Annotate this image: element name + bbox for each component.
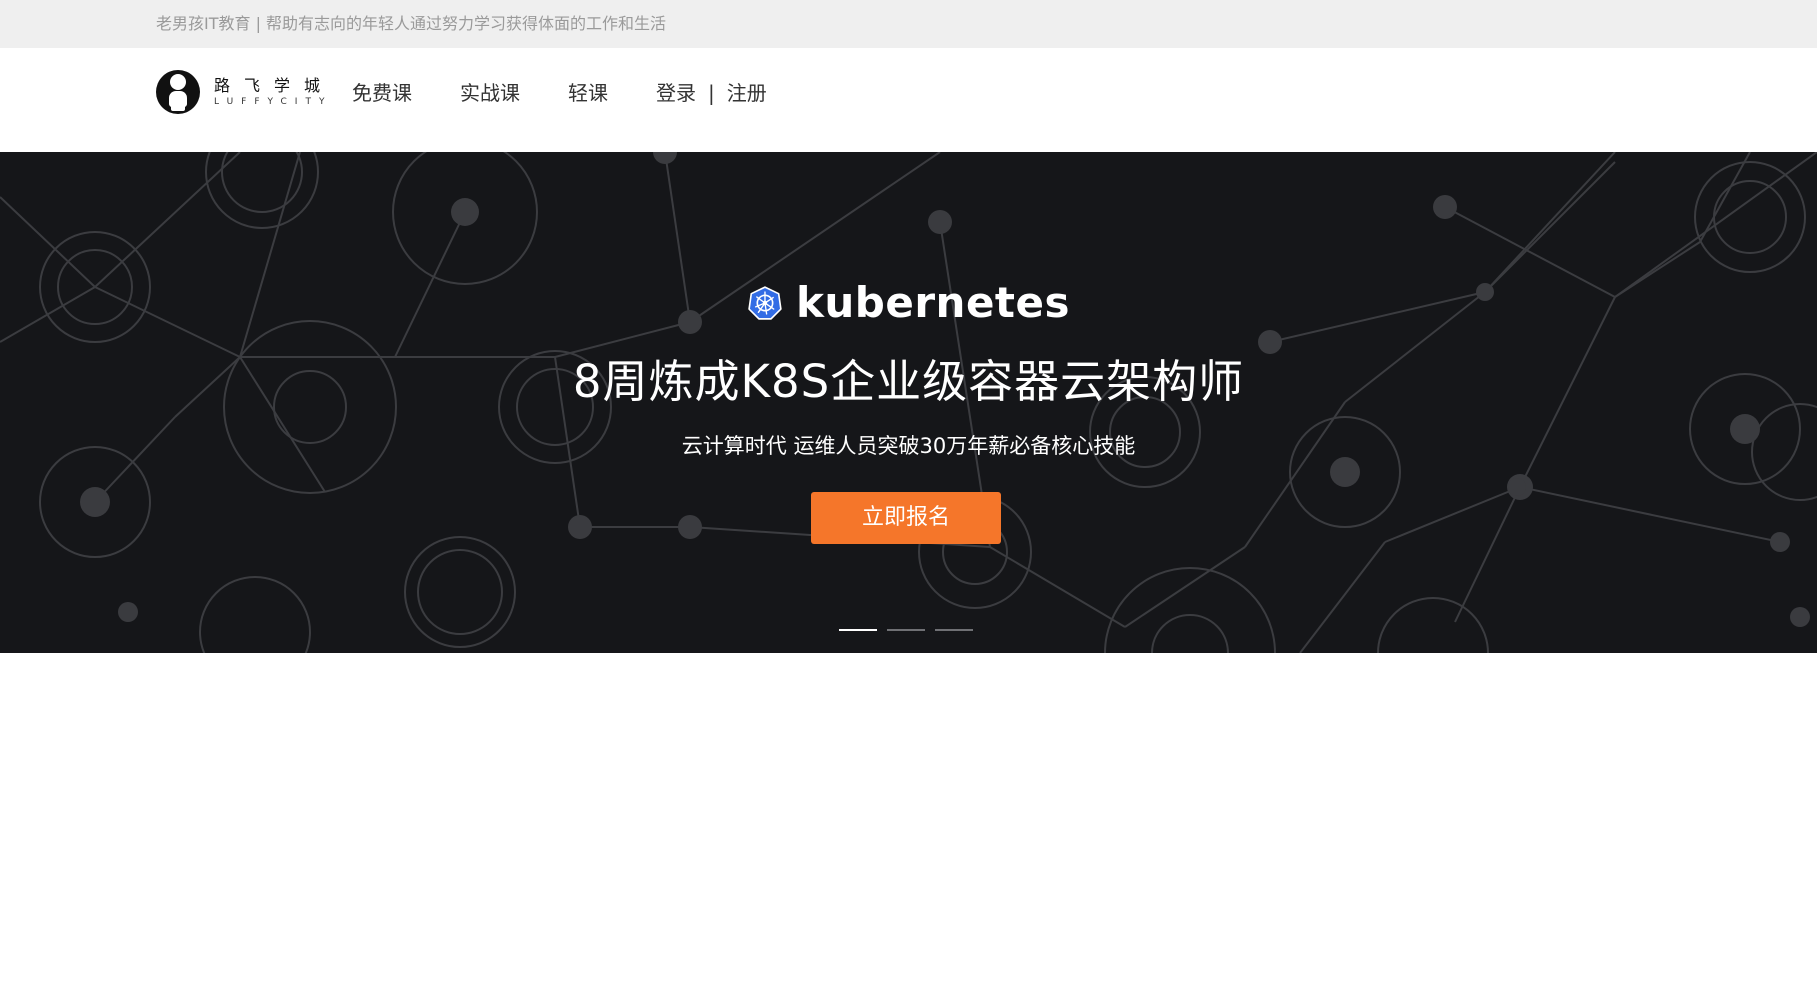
luffy-logo-icon <box>156 70 200 114</box>
kubernetes-icon <box>748 286 782 320</box>
site-header: 路飞学城 LUFFYCITY 免费课 实战课 轻课 登录 | 注册 <box>0 48 1817 152</box>
nav-item-practical-course[interactable]: 实战课 <box>460 79 520 107</box>
logo[interactable]: 路飞学城 LUFFYCITY <box>156 66 324 118</box>
carousel-indicators <box>839 627 973 633</box>
kubernetes-brand: kubernetes <box>748 272 1070 334</box>
carousel-indicator-3[interactable] <box>935 629 973 631</box>
hero-banner[interactable]: kubernetes 8周炼成K8S企业级容器云架构师 云计算时代 运维人员突破… <box>0 152 1817 653</box>
enroll-button[interactable]: 立即报名 <box>811 492 1001 544</box>
register-link[interactable]: 注册 <box>727 79 767 107</box>
kubernetes-wordmark: kubernetes <box>795 278 1070 327</box>
top-bar-text: 老男孩IT教育 | 帮助有志向的年轻人通过努力学习获得体面的工作和生活 <box>156 14 667 33</box>
logo-en: LUFFYCITY <box>214 97 333 107</box>
carousel-indicator-1[interactable] <box>839 629 877 631</box>
login-link[interactable]: 登录 <box>656 79 696 107</box>
carousel-indicator-2[interactable] <box>887 629 925 631</box>
banner-title: 8周炼成K8S企业级容器云架构师 <box>572 355 1245 408</box>
logo-cn: 路飞学城 <box>214 76 335 95</box>
top-bar: 老男孩IT教育 | 帮助有志向的年轻人通过努力学习获得体面的工作和生活 <box>0 0 1817 48</box>
auth-separator: | <box>708 81 715 105</box>
auth-links: 登录 | 注册 <box>656 79 767 107</box>
main-nav: 免费课 实战课 轻课 登录 | 注册 <box>352 76 767 110</box>
logo-text: 路飞学城 LUFFYCITY <box>214 76 335 108</box>
nav-item-free-course[interactable]: 免费课 <box>352 79 412 107</box>
banner-subtitle: 云计算时代 运维人员突破30万年薪必备核心技能 <box>681 434 1136 458</box>
nav-item-light-course[interactable]: 轻课 <box>568 79 608 107</box>
